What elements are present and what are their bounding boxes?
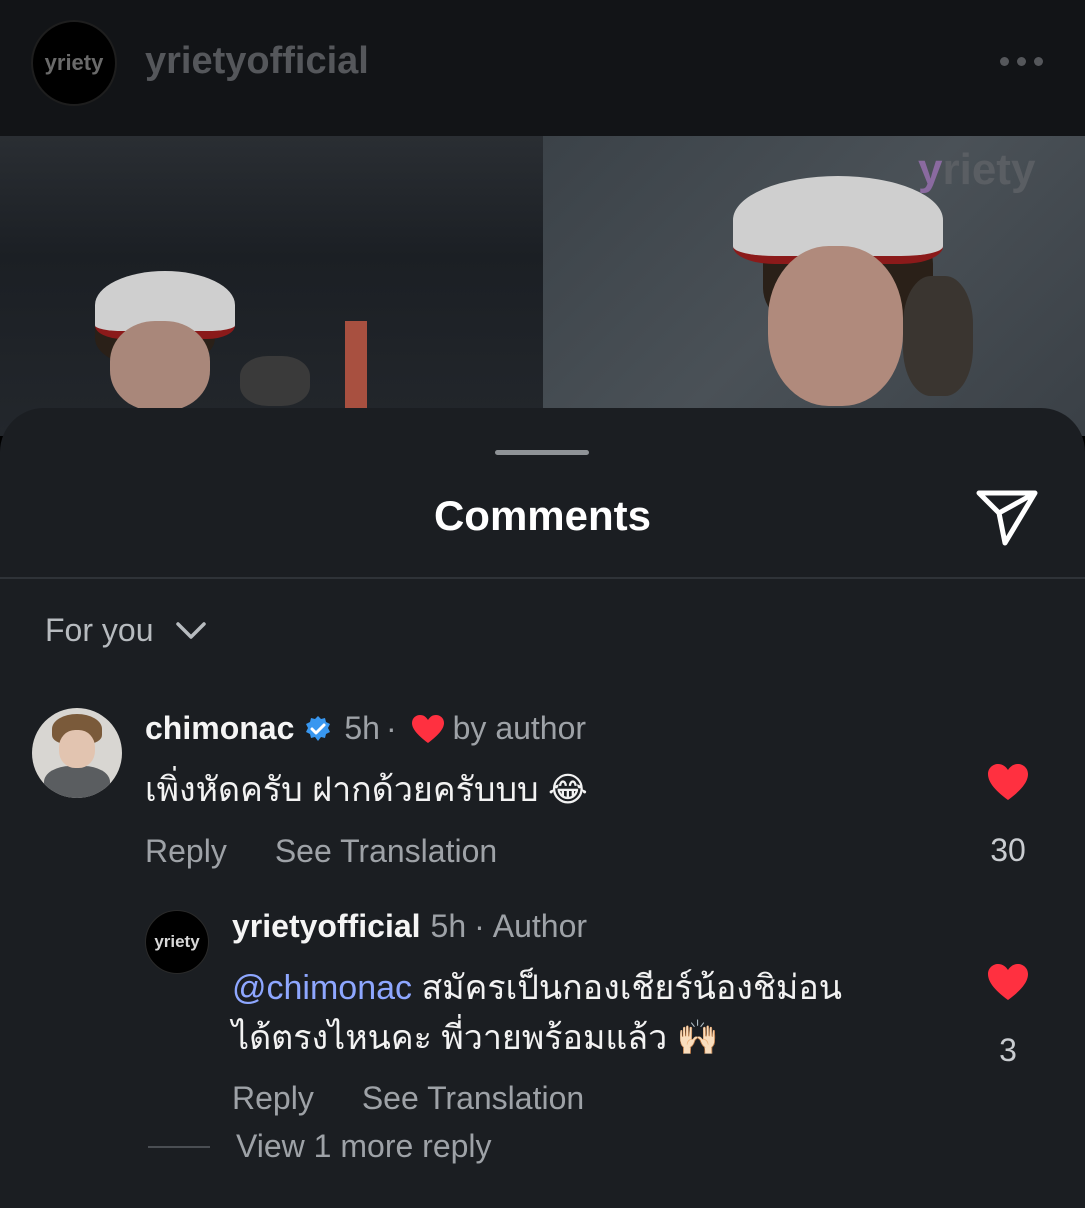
meta-separator: · <box>385 710 397 746</box>
comments-title: Comments <box>433 492 652 539</box>
share-icon[interactable] <box>975 487 1039 547</box>
header-divider <box>0 577 1085 579</box>
author-liked-heart-icon <box>411 714 444 743</box>
chevron-down-icon <box>176 621 207 639</box>
like-heart-icon[interactable] <box>986 762 1030 802</box>
view-more-replies-label: View 1 more reply <box>236 1128 492 1164</box>
reply-meta: yrietyofficial 5h · Author <box>232 908 587 945</box>
sort-filter-label: For you <box>45 612 154 648</box>
profile-avatar[interactable]: yriety <box>31 20 117 106</box>
brand-watermark: yriety <box>918 145 1036 194</box>
like-heart-icon[interactable] <box>986 962 1030 1002</box>
verified-badge-icon <box>306 715 331 741</box>
post-image-left <box>0 136 543 436</box>
comment-text: เพิ่งหัดครับ ฝากด้วยครับบบ 😂 <box>145 771 588 809</box>
reply-text-line-1: @chimonac สมัครเป็นกองเชียร์น้องชิม่อน <box>232 969 842 1007</box>
more-options-icon[interactable] <box>1000 48 1050 74</box>
reply-avatar[interactable]: yriety <box>145 910 209 974</box>
reply-time: 5h <box>430 908 467 944</box>
comment-time: 5h <box>344 710 380 746</box>
commenter-avatar[interactable] <box>32 708 122 798</box>
see-translation-button[interactable]: See Translation <box>362 1080 584 1117</box>
comment-actions: Reply See Translation <box>145 833 497 870</box>
author-badge-label: Author <box>492 908 588 944</box>
comment-meta: chimonac 5h · by author <box>145 710 586 747</box>
sort-filter-dropdown[interactable]: For you <box>45 612 207 649</box>
view-more-replies-button[interactable]: View 1 more reply <box>148 1128 492 1165</box>
reply-button[interactable]: Reply <box>145 833 227 870</box>
comment-username[interactable]: chimonac <box>145 710 294 747</box>
reply-actions: Reply See Translation <box>232 1080 584 1117</box>
like-count: 3 <box>999 1032 1017 1068</box>
liked-by-author-label: by author <box>452 710 587 746</box>
sheet-drag-handle[interactable] <box>495 450 589 455</box>
reply-button[interactable]: Reply <box>232 1080 314 1117</box>
reply-username[interactable]: yrietyofficial <box>232 908 421 945</box>
meta-separator: · <box>474 908 485 944</box>
thread-line <box>148 1145 210 1148</box>
post-username[interactable]: yrietyofficial <box>145 40 369 83</box>
post-header: yriety yrietyofficial <box>0 0 1085 136</box>
see-translation-button[interactable]: See Translation <box>275 833 497 870</box>
like-count: 30 <box>990 832 1026 868</box>
reply-text-line-2: ได้ตรงไหนคะ พี่วายพร้อมแล้ว 🙌🏻 <box>232 1019 719 1057</box>
mention-link[interactable]: @chimonac <box>232 969 412 1007</box>
